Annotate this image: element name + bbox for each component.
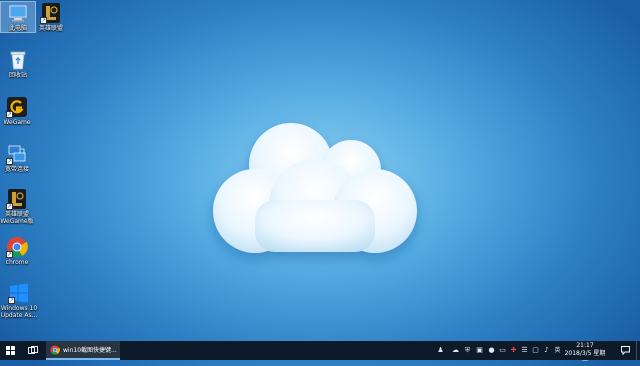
desktop-icon-label: Windows 10 Update As... (0, 305, 38, 319)
windows-update-icon: ↗ (8, 282, 30, 304)
monitor-tray-icon[interactable]: ▭ (498, 346, 507, 355)
desktop-icon-this-pc[interactable]: 此电脑 (0, 1, 36, 33)
desktop-icon-label: 此电脑 (8, 25, 27, 32)
desktop-icon-lol[interactable]: ↗ 英雄联盟 (34, 2, 68, 32)
shortcut-arrow-icon: ↗ (6, 158, 13, 165)
shortcut-arrow-icon: ↗ (40, 17, 47, 24)
volume-icon[interactable]: ♪ (542, 346, 551, 355)
lol-icon: ↗ (6, 188, 28, 210)
shield-icon[interactable]: ⛨ (463, 346, 472, 355)
shortcut-arrow-icon: ↗ (6, 251, 13, 258)
antivirus-tray-icon[interactable]: ✚ (509, 346, 518, 355)
recycle-bin-icon (7, 49, 29, 71)
baidu-tray-icon[interactable]: ● (487, 346, 496, 355)
clock-date: 2018/3/5 星期一 (564, 350, 606, 365)
desktop-icon-win10-update[interactable]: ↗ Windows 10 Update As... (0, 282, 38, 319)
desktop: 此电脑 ↗ 英雄联盟 回收站 ↗ WeGame ↗ 宽带连接 ↗ 英雄联盟WeG… (0, 0, 640, 341)
taskbar-window-chrome[interactable]: win10截图快捷键... (46, 341, 120, 360)
desktop-icon-label: WeGame (3, 119, 31, 126)
task-view-icon (28, 346, 38, 354)
taskbar-window-label: win10截图快捷键... (63, 347, 117, 354)
action-center-icon (620, 346, 630, 355)
chrome-icon: ↗ (6, 236, 28, 258)
show-desktop-button[interactable] (636, 341, 640, 360)
task-view-button[interactable] (24, 341, 42, 360)
desktop-icon-chrome[interactable]: ↗ chrome (0, 236, 34, 266)
desktop-icon-lol-wegame[interactable]: ↗ 英雄联盟WeGame版 (0, 188, 34, 225)
shortcut-arrow-icon: ↗ (6, 111, 13, 118)
wallpaper-cloud (213, 123, 417, 253)
clock-time: 21:17 (576, 342, 594, 349)
computer-icon (7, 2, 29, 24)
notification-bubble-icon[interactable]: ▢ (531, 346, 540, 355)
taskbar: win10截图快捷键... ♟ ☁ ⛨ ▣ ● ▭ ✚ ☰ ▢ ♪ 英 21:1… (0, 341, 640, 365)
wegame-icon: ↗ (6, 96, 28, 118)
app-tray-icon[interactable]: ▣ (475, 346, 484, 355)
network-icon: ↗ (6, 143, 28, 165)
network-tray-icon[interactable]: ☰ (520, 346, 529, 355)
action-center-button[interactable] (616, 341, 634, 360)
desktop-icon-recycle-bin[interactable]: 回收站 (1, 49, 35, 79)
shortcut-arrow-icon: ↗ (8, 297, 15, 304)
desktop-icon-label: 英雄联盟WeGame版 (0, 211, 34, 225)
desktop-icon-label: chrome (5, 259, 29, 266)
windows-start-icon (5, 346, 15, 355)
desktop-icon-label: 宽带连接 (4, 166, 29, 173)
clock[interactable]: 21:17 2018/3/5 星期一 (562, 342, 608, 366)
start-button[interactable] (0, 341, 20, 360)
chrome-icon (50, 344, 60, 355)
desktop-icon-label: 回收站 (8, 72, 27, 79)
cloud-sync-icon[interactable]: ☁ (451, 346, 460, 355)
desktop-icon-broadband[interactable]: ↗ 宽带连接 (0, 143, 34, 173)
desktop-icon-wegame[interactable]: ↗ WeGame (0, 96, 34, 126)
shortcut-arrow-icon: ↗ (6, 203, 13, 210)
lol-icon: ↗ (40, 2, 62, 24)
desktop-icon-label: 英雄联盟 (38, 25, 63, 32)
input-method-indicator[interactable]: 英 (553, 346, 562, 355)
people-icon[interactable]: ♟ (436, 346, 445, 355)
